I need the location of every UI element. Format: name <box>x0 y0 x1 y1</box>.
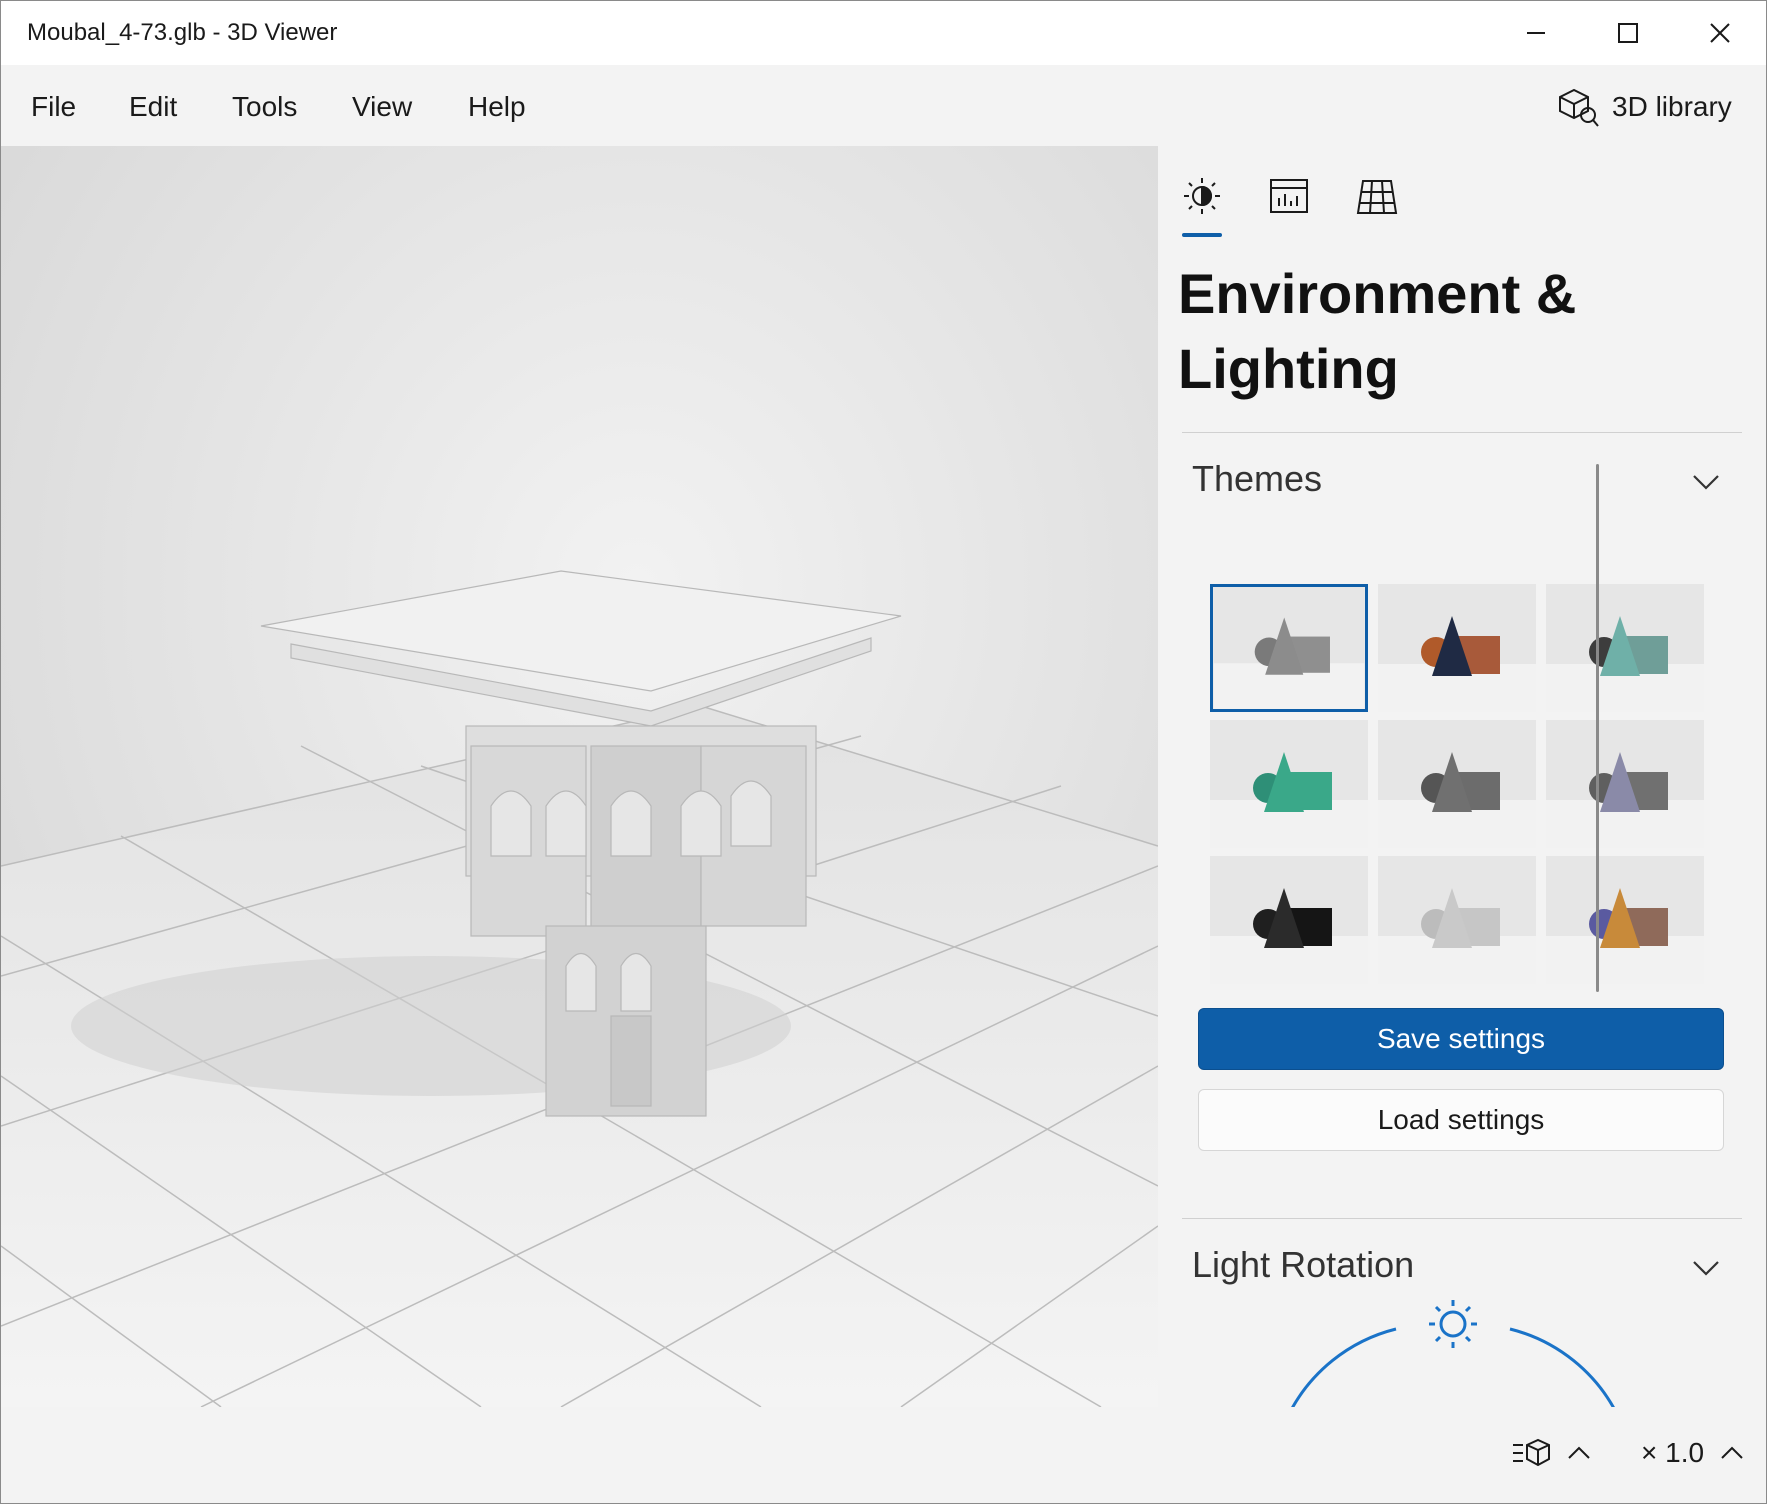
menu-help[interactable]: Help <box>468 91 526 123</box>
light-rotation-header[interactable]: Light Rotation <box>1192 1244 1414 1286</box>
sun-half-icon <box>1184 178 1220 214</box>
theme-option[interactable] <box>1210 584 1368 712</box>
title-bar: Moubal_4-73.glb - 3D Viewer <box>1 1 1766 65</box>
tab-mesh-grid[interactable] <box>1353 172 1401 220</box>
chevron-up-icon <box>1721 1446 1743 1459</box>
expand-animation-button[interactable] <box>1566 1433 1592 1473</box>
maximize-icon <box>1618 23 1638 43</box>
theme-preview <box>1378 584 1536 712</box>
close-button[interactable] <box>1674 1 1766 65</box>
light-rotation-chevron-down-icon[interactable] <box>1688 1250 1724 1286</box>
active-tab-indicator <box>1182 233 1222 237</box>
menu-view[interactable]: View <box>352 91 412 123</box>
3d-library-label: 3D library <box>1612 91 1732 122</box>
theme-option[interactable] <box>1210 720 1368 848</box>
maximize-button[interactable] <box>1582 1 1674 65</box>
minimize-icon <box>1527 32 1545 34</box>
theme-preview <box>1210 720 1368 848</box>
theme-option[interactable] <box>1546 720 1704 848</box>
panel-title: Environment & Lighting <box>1178 262 1577 400</box>
expand-zoom-button[interactable] <box>1719 1433 1745 1473</box>
theme-preview <box>1210 856 1368 984</box>
close-icon <box>1710 23 1730 43</box>
menu-tools[interactable]: Tools <box>232 91 297 123</box>
window-title: Moubal_4-73.glb - 3D Viewer <box>27 19 338 46</box>
theme-preview <box>1546 584 1704 712</box>
scene-render <box>1 146 1158 1407</box>
theme-option[interactable] <box>1378 720 1536 848</box>
3d-library-icon <box>1559 88 1599 127</box>
divider <box>1182 432 1742 433</box>
themes-chevron-down-icon[interactable] <box>1688 464 1724 500</box>
theme-preview <box>1213 587 1365 709</box>
menu-bar: File Edit Tools View Help 3D library <box>1 65 1766 146</box>
side-panel: Environment & Lighting Themes Save setti… <box>1158 146 1766 1407</box>
app-window: Moubal_4-73.glb - 3D Viewer File Edit To… <box>0 0 1767 1504</box>
chevron-up-icon <box>1568 1446 1590 1459</box>
load-settings-button[interactable]: Load settings <box>1198 1089 1724 1151</box>
theme-preview <box>1546 856 1704 984</box>
panel-scrollbar[interactable] <box>1596 464 1599 992</box>
model-list-icon <box>1513 1438 1550 1467</box>
animation-toggle[interactable] <box>1511 1433 1553 1473</box>
theme-preview <box>1378 856 1536 984</box>
stats-chart-icon <box>1270 179 1308 213</box>
menu-edit[interactable]: Edit <box>129 91 177 123</box>
status-bar: × 1.0 <box>1 1407 1766 1503</box>
3d-library-button[interactable]: 3D library <box>1556 85 1732 129</box>
grid-mesh-icon <box>1356 180 1398 214</box>
light-rotation-dial[interactable] <box>1278 1296 1628 1407</box>
save-settings-button[interactable]: Save settings <box>1198 1008 1724 1070</box>
minimize-button[interactable] <box>1490 1 1582 65</box>
themes-grid <box>1210 584 1708 1012</box>
theme-option[interactable] <box>1210 856 1368 984</box>
tab-environment-lighting[interactable] <box>1178 172 1226 220</box>
theme-option[interactable] <box>1546 584 1704 712</box>
menu-file[interactable]: File <box>31 91 76 123</box>
zoom-level: × 1.0 <box>1641 1437 1705 1468</box>
theme-option[interactable] <box>1378 856 1536 984</box>
theme-option[interactable] <box>1546 856 1704 984</box>
theme-preview <box>1378 720 1536 848</box>
tab-stats-shading[interactable] <box>1265 172 1313 220</box>
theme-option[interactable] <box>1378 584 1536 712</box>
divider <box>1182 1218 1742 1219</box>
3d-viewport[interactable] <box>1 146 1158 1407</box>
themes-header[interactable]: Themes <box>1192 458 1322 500</box>
theme-preview <box>1546 720 1704 848</box>
light-sun-icon <box>1429 1300 1477 1348</box>
